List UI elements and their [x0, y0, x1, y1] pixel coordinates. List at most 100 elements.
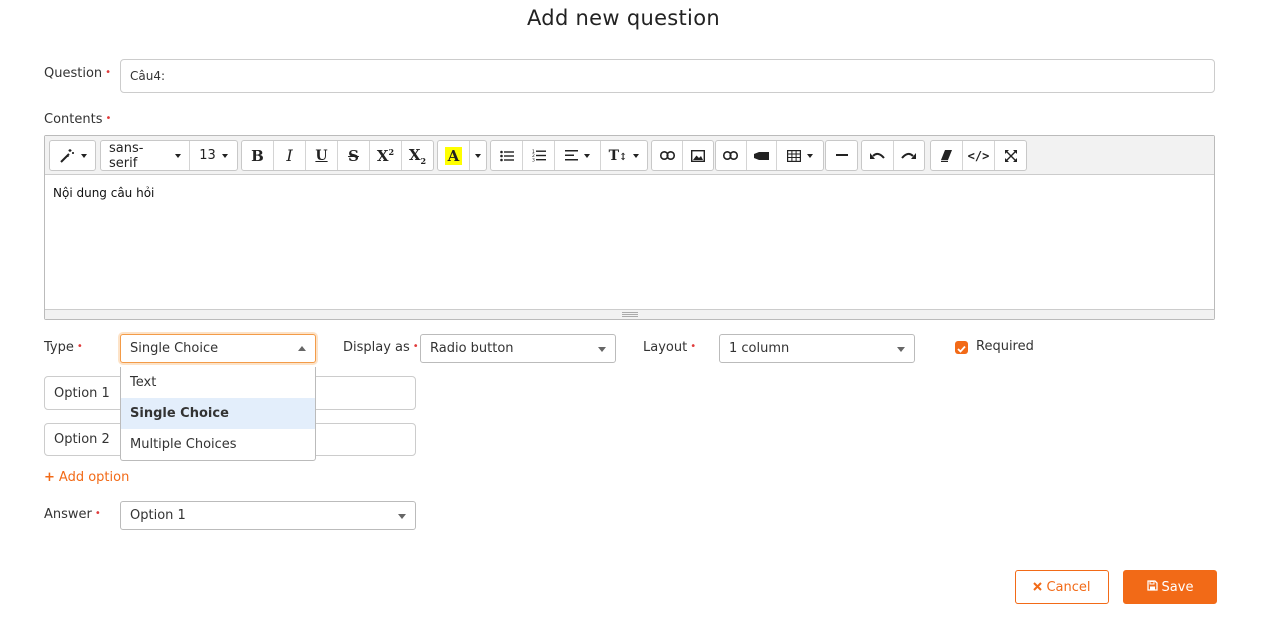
horizontal-rule-icon	[835, 154, 848, 157]
underline-button[interactable]: U	[306, 141, 338, 170]
horizontal-rule-button[interactable]	[826, 141, 857, 170]
close-icon	[1033, 580, 1046, 595]
display-as-select[interactable]: Radio button	[420, 334, 616, 363]
undo-icon	[869, 151, 885, 161]
editor-resize-bar[interactable]	[45, 309, 1214, 319]
format-group: B I U S X2 X2	[241, 140, 434, 171]
editor-content-text: Nội dung câu hỏi	[53, 186, 155, 200]
remove-format-button[interactable]	[931, 141, 963, 170]
font-size-value: 13	[199, 148, 216, 163]
color-group: A	[437, 140, 487, 171]
answer-select-value: Option 1	[130, 508, 186, 523]
redo-icon	[901, 151, 917, 161]
redo-button[interactable]	[894, 141, 925, 170]
type-select[interactable]: Single Choice	[120, 334, 316, 363]
save-button-label: Save	[1161, 579, 1194, 595]
answer-label-text: Answer	[44, 507, 92, 522]
required-mark: •	[412, 341, 419, 352]
type-label-text: Type	[44, 340, 74, 355]
link-icon	[659, 151, 675, 160]
bold-button[interactable]: B	[242, 141, 274, 170]
font-family-value: sans-serif	[109, 140, 144, 171]
hr-group	[825, 140, 858, 171]
strikethrough-icon: S	[348, 146, 359, 165]
option-input-value: Option 1	[54, 385, 110, 401]
italic-icon: I	[286, 146, 293, 165]
display-as-label: Display as •	[343, 340, 419, 355]
color-dropdown-button[interactable]	[470, 141, 486, 170]
style-dropdown-button[interactable]	[50, 141, 95, 170]
superscript-button[interactable]: X2	[370, 141, 402, 170]
chevron-down-icon	[398, 513, 406, 519]
picture-button[interactable]	[683, 141, 713, 170]
add-option-label: Add option	[58, 470, 130, 485]
answer-label: Answer •	[44, 507, 101, 522]
floppy-disk-icon	[1146, 579, 1162, 595]
question-input[interactable]: Câu4:	[120, 59, 1215, 93]
chevron-down-icon	[598, 346, 606, 352]
align-icon	[565, 150, 578, 161]
layout-select[interactable]: 1 column	[719, 334, 915, 363]
fullscreen-button[interactable]	[995, 141, 1026, 170]
chevron-up-icon	[298, 345, 306, 351]
undo-button[interactable]	[862, 141, 894, 170]
subscript-icon: X2	[408, 145, 427, 166]
eraser-icon	[941, 149, 952, 162]
contents-label: Contents •	[44, 112, 111, 127]
layout-label: Layout •	[643, 340, 696, 355]
required-mark: •	[105, 67, 112, 78]
underline-icon: U	[315, 147, 328, 164]
type-select-value: Single Choice	[130, 341, 219, 356]
answer-select[interactable]: Option 1	[120, 501, 416, 530]
ordered-list-button[interactable]: 123	[523, 141, 555, 170]
align-dropdown-button[interactable]	[555, 141, 601, 170]
line-height-dropdown-button[interactable]: T↕	[601, 141, 647, 170]
required-mark: •	[76, 341, 83, 352]
code-view-button[interactable]: </>	[963, 141, 995, 170]
font-family-dropdown[interactable]: sans-serif	[101, 141, 190, 170]
font-size-dropdown[interactable]: 13	[190, 141, 237, 170]
svg-text:3: 3	[532, 158, 535, 163]
rich-text-editor: sans-serif 13 B I U S X2 X2 A 123 T↕ </>…	[44, 135, 1215, 320]
video-link-icon	[723, 151, 739, 160]
strikethrough-button[interactable]: S	[338, 141, 370, 170]
chevron-down-icon	[897, 346, 905, 352]
media-group	[715, 140, 824, 171]
cancel-button[interactable]: Cancel	[1015, 570, 1109, 604]
editor-toolbar: sans-serif 13 B I U S X2 X2 A 123 T↕ </>	[45, 136, 1214, 175]
check-icon	[957, 338, 966, 357]
line-height-icon: T↕	[608, 147, 628, 164]
required-label: Required	[976, 339, 1034, 354]
style-group	[49, 140, 96, 171]
required-mark: •	[105, 113, 112, 124]
highlight-button[interactable]: A	[438, 141, 470, 170]
add-option-link[interactable]: + Add option	[44, 470, 129, 485]
save-button[interactable]: Save	[1123, 570, 1217, 604]
picture-icon	[691, 149, 705, 162]
table-dropdown-button[interactable]	[777, 141, 823, 170]
required-mark: •	[94, 508, 101, 519]
italic-button[interactable]: I	[274, 141, 306, 170]
option-input-value: Option 2	[54, 432, 110, 447]
dropdown-option-single-choice[interactable]: Single Choice	[121, 398, 315, 429]
dropdown-option-text[interactable]: Text	[121, 367, 315, 398]
required-checkbox[interactable]	[955, 341, 968, 354]
link-button[interactable]	[652, 141, 683, 170]
video-link-button[interactable]	[716, 141, 747, 170]
editor-content[interactable]: Nội dung câu hỏi	[45, 175, 1214, 309]
video-icon	[754, 151, 770, 161]
subscript-button[interactable]: X2	[402, 141, 433, 170]
highlight-color-icon: A	[444, 146, 463, 165]
superscript-icon: X2	[376, 146, 395, 165]
bold-icon: B	[251, 146, 264, 165]
unordered-list-button[interactable]	[491, 141, 523, 170]
plus-icon: +	[44, 470, 55, 485]
question-label-text: Question	[44, 66, 103, 81]
video-button[interactable]	[747, 141, 778, 170]
type-dropdown-list: Text Single Choice Multiple Choices	[120, 367, 316, 461]
history-group	[861, 140, 925, 171]
layout-select-value: 1 column	[729, 341, 790, 356]
contents-label-text: Contents	[44, 112, 103, 127]
required-mark: •	[690, 341, 697, 352]
dropdown-option-multiple-choices[interactable]: Multiple Choices	[121, 429, 315, 460]
